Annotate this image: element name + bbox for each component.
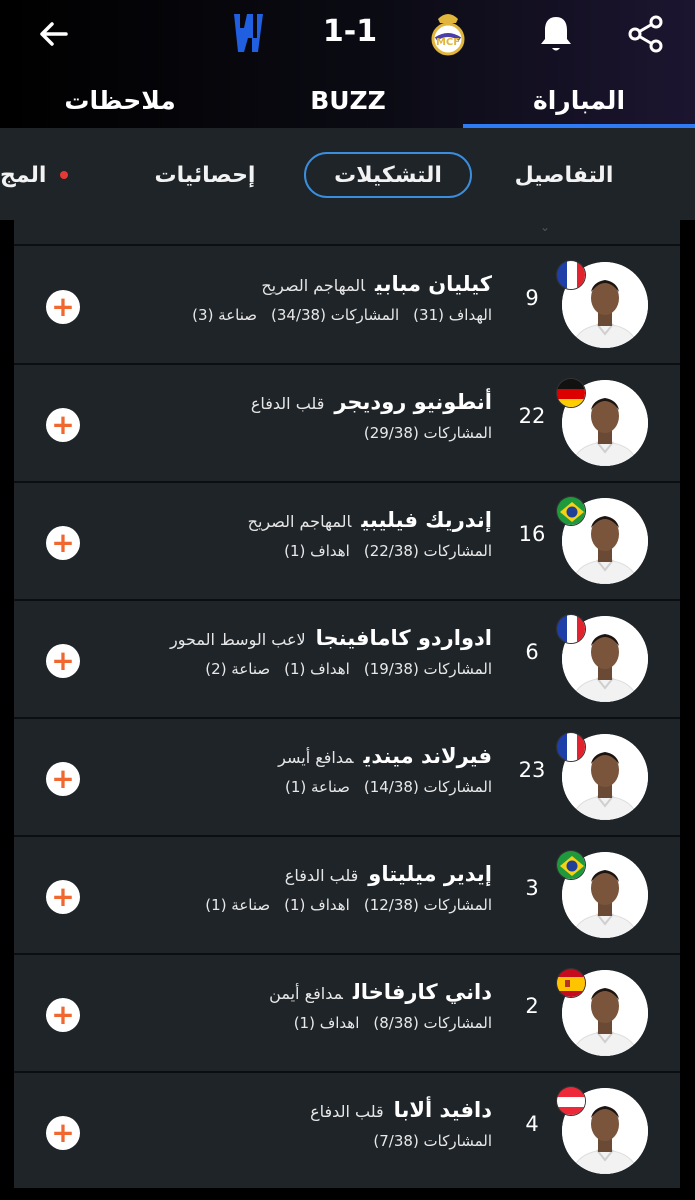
real-madrid-crest-icon: MCF bbox=[426, 8, 470, 58]
match-header: 1-1 MCF ملاحظات BUZZ المباراة bbox=[0, 0, 695, 128]
shirt-number: 3 bbox=[525, 876, 539, 900]
player-stats: المشاركات (7/38) bbox=[72, 1132, 492, 1150]
player-row[interactable]: + إيدير ميليتاوقلب الدفاع المشاركات (12/38… bbox=[14, 838, 680, 955]
shirt-number: 2 bbox=[525, 994, 539, 1018]
player-position: المهاجم الصريح bbox=[247, 512, 352, 531]
france-flag-icon bbox=[556, 260, 586, 290]
player-row[interactable]: + كيليان مبابيالمهاجم الصريح الهداف (31)ال… bbox=[14, 248, 680, 365]
player-position: لاعب الوسط المحور bbox=[170, 630, 306, 649]
back-button[interactable] bbox=[30, 10, 78, 58]
shirt-number: 22 bbox=[518, 404, 546, 428]
tab-notes[interactable]: ملاحظات bbox=[0, 72, 240, 128]
player-position: قلب الدفاع bbox=[310, 1102, 384, 1121]
player-name: داني كارفاخال bbox=[352, 980, 492, 1004]
player-name: كيليان مبابي bbox=[375, 272, 492, 296]
top-tab-bar: ملاحظات BUZZ المباراة bbox=[0, 72, 695, 128]
player-position: المهاجم الصريح bbox=[261, 276, 366, 295]
player-stat: المشاركات (12/38) bbox=[363, 896, 492, 914]
player-stats: المشاركات (22/38) اهداف (1) bbox=[72, 542, 492, 560]
shirt-number: 6 bbox=[525, 640, 539, 664]
player-stats: المشاركات (8/38) اهداف (1) bbox=[72, 1014, 492, 1032]
player-stat: اهداف (1) bbox=[284, 896, 350, 914]
player-row[interactable]: + أنطونيو روديجرقلب الدفاع المشاركات (29/3… bbox=[14, 366, 680, 483]
player-stat: المشاركات (7/38) bbox=[373, 1132, 492, 1150]
match-score: 1-1 bbox=[322, 14, 378, 49]
tab-lineups[interactable]: التشكيلات bbox=[304, 152, 472, 198]
tab-match[interactable]: المباراة bbox=[463, 72, 695, 128]
player-name: إيدير ميليتاو bbox=[368, 862, 492, 886]
player-stat: المشاركات (8/38) bbox=[373, 1014, 492, 1032]
player-name: فيرلاند ميندي bbox=[363, 744, 492, 768]
player-stat: صناعة (1) bbox=[284, 778, 350, 796]
player-info: ادواردو كامافينجا لاعب الوسط المحور المشار… bbox=[72, 626, 492, 678]
tab-statistics[interactable]: إحصائيات bbox=[145, 152, 265, 198]
player-row[interactable]: + ادواردو كامافينجالاعب الوسط المحور المشا… bbox=[14, 602, 680, 719]
player-row[interactable]: + دافيد ألاباقلب الدفاع المشاركات (7/38) 4 bbox=[14, 1074, 680, 1188]
player-stat: المشاركات (19/38) bbox=[363, 660, 492, 678]
player-row[interactable]: + فيرلاند مينديمدافع أيسر المشاركات (14/38… bbox=[14, 720, 680, 837]
arrow-left-icon bbox=[40, 22, 68, 46]
player-stat: المشاركات (14/38) bbox=[363, 778, 492, 796]
list-top-strip: ⌄ bbox=[14, 220, 680, 246]
player-info: داني كارفاخالمدافع أيمن المشاركات (8/38)ا… bbox=[72, 980, 492, 1032]
player-name: ادواردو كامافينجا bbox=[315, 626, 492, 650]
player-position: مدافع أيسر bbox=[278, 748, 354, 767]
lineup-list: ⌄ + كيليان مبابيالمهاجم الصريح الهداف (31)… bbox=[14, 220, 680, 1188]
player-stat: المشاركات (29/38) bbox=[363, 424, 492, 442]
player-stat: صناعة (1) bbox=[205, 896, 271, 914]
player-stat: صناعة (2) bbox=[205, 660, 271, 678]
svg-text:MCF: MCF bbox=[436, 37, 460, 48]
player-stat: الهداف (31) bbox=[413, 306, 492, 324]
notifications-button[interactable] bbox=[532, 10, 580, 58]
tab-buzz[interactable]: BUZZ bbox=[248, 72, 448, 128]
france-flag-icon bbox=[556, 732, 586, 762]
player-info: كيليان مبابي المهاجم الصريح الهداف (31) الم… bbox=[72, 272, 492, 324]
player-row[interactable]: + داني كارفاخالمدافع أيمن المشاركات (8/38)… bbox=[14, 956, 680, 1073]
player-stat: المشاركات (22/38) bbox=[363, 542, 492, 560]
player-info: إيدير ميليتاوقلب الدفاع المشاركات (12/38)… bbox=[72, 862, 492, 914]
share-button[interactable] bbox=[622, 10, 670, 58]
player-stat: اهداف (1) bbox=[284, 542, 350, 560]
germany-flag-icon bbox=[556, 378, 586, 408]
brazil-flag-icon bbox=[556, 496, 586, 526]
player-name: دافيد ألابا bbox=[393, 1098, 492, 1122]
al-hilal-crest-icon bbox=[226, 8, 270, 58]
player-name: أنطونيو روديجر bbox=[334, 390, 492, 414]
chevron-icon: ⌄ bbox=[540, 220, 551, 234]
shirt-number: 16 bbox=[518, 522, 546, 546]
player-info: فيرلاند ميندي مدافع أيسر المشاركات (14/38)… bbox=[72, 744, 492, 796]
player-info: دافيد ألابا قلب الدفاع المشاركات (7/38) bbox=[72, 1098, 492, 1150]
shirt-number: 23 bbox=[518, 758, 546, 782]
spain-flag-icon bbox=[556, 968, 586, 998]
austria-flag-icon bbox=[556, 1086, 586, 1116]
player-position: قلب الدفاع bbox=[284, 866, 359, 885]
player-position: مدافع أيمن bbox=[269, 984, 343, 1003]
tab-details[interactable]: التفاصيل bbox=[508, 152, 620, 198]
tab-more[interactable]: المج bbox=[0, 152, 46, 198]
player-info: إندريك فيليبي المهاجم الصريح المشاركات (22… bbox=[72, 508, 492, 560]
player-info: أنطونيو روديجر قلب الدفاع المشاركات (29/38… bbox=[72, 390, 492, 442]
brazil-flag-icon bbox=[556, 850, 586, 880]
player-stats: المشاركات (19/38) اهداف (1) صناعة (2) bbox=[72, 660, 492, 678]
player-stats: المشاركات (14/38) صناعة (1) bbox=[72, 778, 492, 796]
player-stat: صناعة (3) bbox=[192, 306, 258, 324]
france-flag-icon bbox=[556, 614, 586, 644]
shirt-number: 4 bbox=[525, 1112, 539, 1136]
player-stat: اهداف (1) bbox=[284, 660, 350, 678]
player-stats: المشاركات (12/38) اهداف (1) صناعة (1) bbox=[72, 896, 492, 914]
player-stat: اهداف (1) bbox=[293, 1014, 360, 1032]
sub-tab-bar: المج إحصائيات التشكيلات التفاصيل bbox=[0, 128, 695, 220]
bell-icon bbox=[541, 17, 571, 51]
shirt-number: 9 bbox=[525, 286, 539, 310]
player-stats: المشاركات (29/38) bbox=[72, 424, 492, 442]
player-position: قلب الدفاع bbox=[250, 394, 325, 413]
player-row[interactable]: + إندريك فيليبيالمهاجم الصريح المشاركات (2… bbox=[14, 484, 680, 601]
share-icon bbox=[628, 15, 663, 53]
player-stat: المشاركات (34/38) bbox=[271, 306, 400, 324]
notification-dot bbox=[60, 171, 68, 179]
player-name: إندريك فيليبي bbox=[361, 508, 492, 532]
player-stats: الهداف (31) المشاركات (34/38) صناعة (3) bbox=[72, 306, 492, 324]
